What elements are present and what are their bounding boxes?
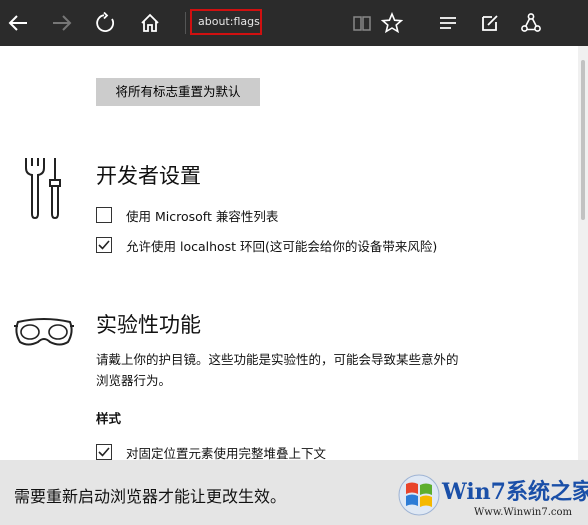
restart-message: 需要重新启动浏览器才能让更改生效。	[14, 487, 287, 506]
tools-icon	[25, 158, 61, 220]
share-button[interactable]	[516, 0, 546, 46]
toolbar-separator	[185, 12, 186, 34]
hub-icon	[440, 17, 456, 29]
web-note-button[interactable]	[476, 0, 504, 46]
option-localhost-loopback[interactable]: 允许使用 localhost 环回(这可能会给你的设备带来风险)	[96, 235, 437, 255]
refresh-icon	[96, 12, 115, 32]
reading-view-button[interactable]	[348, 0, 376, 46]
checkbox-microsoft-compat-list[interactable]	[96, 207, 112, 223]
home-button[interactable]	[134, 0, 166, 46]
checkmark-icon	[98, 447, 110, 457]
watermark-brand: Win7系统之家	[442, 479, 588, 505]
option-fixed-position-stacking[interactable]: 对固定位置元素使用完整堆叠上下文	[96, 442, 326, 460]
home-icon	[141, 13, 159, 32]
option-label: 使用 Microsoft 兼容性列表	[126, 208, 279, 224]
reset-flags-button[interactable]: 将所有标志重置为默认	[96, 78, 260, 106]
checkbox-localhost-loopback[interactable]	[96, 237, 112, 253]
address-bar[interactable]: about:flags	[190, 9, 262, 35]
browser-toolbar: about:flags	[0, 0, 588, 46]
watermark: Win7系统之家 Www.Winwin7.com	[398, 472, 588, 520]
goggles-icon	[14, 318, 74, 346]
favorite-button[interactable]	[378, 0, 406, 46]
option-microsoft-compat-list[interactable]: 使用 Microsoft 兼容性列表	[96, 205, 278, 225]
restart-notification-bar: 需要重新启动浏览器才能让更改生效。 Win7系统之家 Www.Winwin7.c…	[0, 460, 588, 525]
experimental-description: 请戴上你的护目镜。这些功能是实验性的，可能会导致某些意外的浏览器行为。	[96, 352, 459, 388]
forward-button[interactable]	[46, 0, 78, 46]
address-text: about:flags	[198, 15, 260, 28]
developer-settings-title: 开发者设置	[96, 164, 201, 188]
scrollbar-thumb[interactable]	[581, 60, 585, 220]
hub-button[interactable]	[434, 0, 462, 46]
windows-logo-icon	[398, 474, 440, 516]
checkmark-icon	[98, 240, 110, 250]
flags-page: 将所有标志重置为默认 开发者设置 使用 Microsoft 兼容性列表 允许使用…	[0, 46, 578, 460]
experimental-features-title: 实验性功能	[96, 313, 201, 337]
styles-subheading: 样式	[96, 411, 122, 426]
checkbox-fixed-position-stacking[interactable]	[96, 444, 112, 460]
reading-view-icon	[353, 16, 371, 31]
web-note-icon	[482, 15, 498, 31]
watermark-url: Www.Winwin7.com	[474, 507, 572, 518]
forward-icon	[53, 15, 72, 31]
back-icon	[8, 15, 27, 31]
option-label: 允许使用 localhost 环回(这可能会给你的设备带来风险)	[126, 238, 438, 254]
favorite-star-icon	[381, 12, 403, 34]
share-icon	[521, 13, 541, 32]
refresh-button[interactable]	[90, 0, 122, 46]
back-button[interactable]	[2, 0, 34, 46]
option-label: 对固定位置元素使用完整堆叠上下文	[126, 445, 327, 461]
